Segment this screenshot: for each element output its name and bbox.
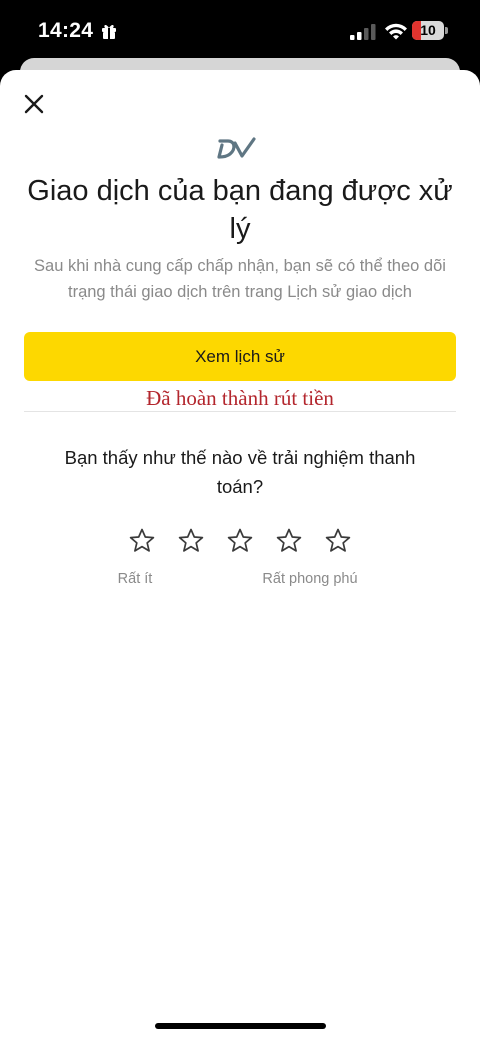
close-icon[interactable]	[20, 90, 48, 118]
wifi-icon	[385, 23, 407, 40]
home-indicator	[155, 1023, 326, 1029]
divider	[24, 411, 456, 412]
rating-low-label: Rất ít	[117, 571, 153, 587]
status-time: 14:24	[38, 19, 94, 42]
star-5-icon[interactable]	[324, 527, 352, 555]
bottom-sheet: Giao dịch của bạn đang được xử lý Sau kh…	[0, 70, 480, 1039]
battery-icon: 10	[412, 21, 444, 40]
star-2-icon[interactable]	[177, 527, 205, 555]
star-rating[interactable]	[0, 527, 480, 557]
star-4-icon[interactable]	[275, 527, 303, 555]
withdrawal-complete-note: Đã hoàn thành rút tiền	[146, 386, 334, 410]
page-title: Giao dịch của bạn đang được xử lý	[27, 175, 453, 245]
status-bar: 14:24 10	[0, 0, 480, 62]
rating-question: Bạn thấy như thế nào về trải nghiệm than…	[64, 447, 416, 497]
star-1-icon[interactable]	[128, 527, 156, 555]
gift-icon	[102, 24, 116, 39]
signal-icon	[350, 24, 376, 40]
battery-level: 10	[420, 22, 436, 38]
phone-screen: 14:24 10 Giao dịch của bạn đang được xử …	[0, 0, 480, 1039]
star-3-icon[interactable]	[226, 527, 254, 555]
battery-tip	[445, 27, 448, 34]
page-subtitle: Sau khi nhà cung cấp chấp nhận, bạn sẽ c…	[34, 257, 446, 301]
view-history-button[interactable]: Xem lịch sử	[24, 332, 456, 381]
rating-high-label: Rất phong phú	[262, 571, 358, 587]
brand-logo-icon	[217, 137, 256, 159]
